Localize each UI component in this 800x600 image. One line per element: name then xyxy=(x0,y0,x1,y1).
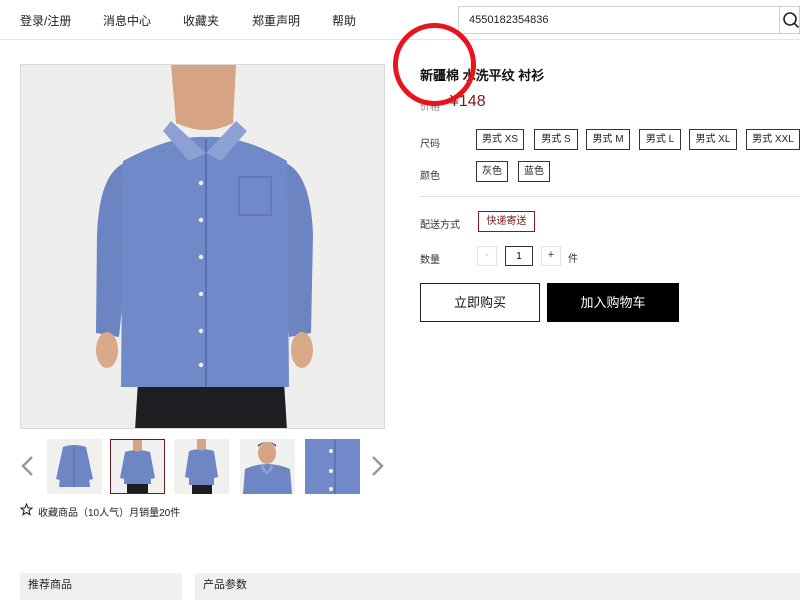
thumbnail-5[interactable] xyxy=(305,439,360,494)
size-label: 尺码 xyxy=(420,139,440,150)
color-option-gray[interactable]: 灰色 xyxy=(476,161,508,182)
thumbnail-image xyxy=(174,439,229,494)
top-nav-bar: 登录/注册 消息中心 收藏夹 郑重声明 帮助 xyxy=(0,0,800,40)
nav-statement[interactable]: 郑重声明 xyxy=(252,12,300,29)
search-box xyxy=(458,6,800,34)
size-option-s[interactable]: 男式 S xyxy=(534,129,578,150)
nav-login-register[interactable]: 登录/注册 xyxy=(20,12,71,29)
size-option-xs[interactable]: 男式 XS xyxy=(476,129,524,150)
recommended-products-header[interactable]: 推荐商品 xyxy=(20,573,182,600)
color-option-blue[interactable]: 蓝色 xyxy=(518,161,550,182)
divider xyxy=(420,196,800,197)
shipping-label: 配送方式 xyxy=(420,220,460,231)
price-value: ¥148 xyxy=(450,93,486,110)
chevron-right-icon[interactable] xyxy=(369,455,385,477)
thumbnail-1[interactable] xyxy=(47,439,102,494)
size-option-xl[interactable]: 男式 XL xyxy=(689,129,737,150)
search-button[interactable] xyxy=(779,7,800,33)
product-params-header[interactable]: 产品参数 xyxy=(195,573,800,600)
favorite-text: 收藏商品（10人气）月销量20件 xyxy=(38,508,181,519)
quantity-unit: 件 xyxy=(568,254,578,265)
price-label: 价格 xyxy=(420,102,440,113)
size-option-m[interactable]: 男式 M xyxy=(586,129,630,150)
product-photo xyxy=(21,65,384,428)
thumbnail-image xyxy=(47,439,102,494)
thumbnail-3[interactable] xyxy=(174,439,229,494)
nav-help[interactable]: 帮助 xyxy=(332,12,356,29)
thumbnail-4[interactable] xyxy=(240,439,295,494)
quantity-decrease-button[interactable]: - xyxy=(477,246,497,266)
product-title: 新疆棉 水洗平纹 衬衫 xyxy=(420,68,545,83)
shipping-option-express[interactable]: 快递寄送 xyxy=(478,211,535,232)
color-label: 颜色 xyxy=(420,171,440,182)
quantity-label: 数量 xyxy=(420,255,440,266)
thumbnail-image xyxy=(240,439,295,494)
chevron-left-icon[interactable] xyxy=(20,455,36,477)
quantity-increase-button[interactable]: + xyxy=(541,246,561,266)
nav-favorites[interactable]: 收藏夹 xyxy=(183,12,219,29)
search-icon xyxy=(783,12,800,29)
size-option-l[interactable]: 男式 L xyxy=(639,129,681,150)
main-product-image xyxy=(20,64,385,429)
thumbnail-image xyxy=(305,439,360,494)
buy-now-button[interactable]: 立即购买 xyxy=(420,283,540,322)
thumbnail-2[interactable] xyxy=(110,439,165,494)
quantity-input[interactable] xyxy=(505,246,533,266)
search-input[interactable] xyxy=(459,7,779,33)
nav-message-center[interactable]: 消息中心 xyxy=(103,12,151,29)
thumbnail-image xyxy=(111,440,164,493)
star-icon xyxy=(20,503,33,516)
add-to-cart-button[interactable]: 加入购物车 xyxy=(547,283,679,322)
size-option-xxl[interactable]: 男式 XXL xyxy=(746,129,800,150)
